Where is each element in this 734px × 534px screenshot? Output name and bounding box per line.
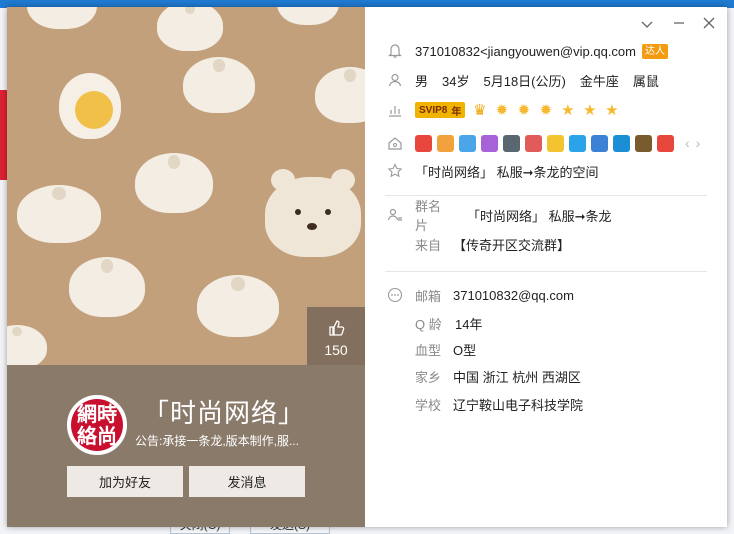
signature-text[interactable]: 「时尚网络」 私服➞条龙的空间: [415, 162, 599, 181]
bear-decoration: [265, 169, 361, 257]
avatar[interactable]: 網時絡尚: [67, 395, 127, 455]
background-strip: [0, 90, 7, 180]
nickname: 「时尚网络」: [143, 398, 306, 428]
svip-badge[interactable]: SVIP8 年: [415, 102, 466, 118]
thumbs-up-icon: [327, 320, 345, 340]
account-text[interactable]: 371010832<jiangyouwen@vip.qq.com: [415, 44, 636, 59]
bun-decoration: [277, 7, 339, 25]
qage-label: Q 龄: [415, 316, 442, 332]
chart-icon: [385, 100, 405, 120]
bun-decoration: [197, 275, 279, 337]
app-icon[interactable]: [503, 134, 520, 152]
school-value: 辽宁鞍山电子科技学院: [453, 397, 584, 413]
app-icon[interactable]: [481, 134, 498, 152]
school-row: 学校 辽宁鞍山电子科技学院: [385, 393, 583, 415]
svip-label: SVIP8: [419, 104, 448, 116]
chevron-left-icon[interactable]: ‹: [685, 135, 690, 151]
like-count: 150: [324, 342, 348, 358]
from-label: 来自: [415, 237, 442, 253]
hometown-row: 家乡 中国 浙江 杭州 西湖区: [385, 365, 581, 387]
svip-year: 年: [451, 106, 462, 118]
blood-row: 血型 O型: [385, 338, 476, 360]
group-card-row: 群名片 「时尚网络」 私服➞条龙: [385, 199, 612, 233]
add-friend-button[interactable]: 加为好友: [67, 466, 183, 497]
app-icon[interactable]: [657, 134, 674, 152]
apps-row: ‹ ›: [385, 132, 700, 154]
minimize-icon[interactable]: [671, 17, 687, 33]
app-icon[interactable]: [459, 134, 476, 152]
gender: 男: [415, 73, 429, 89]
more-icon: [385, 285, 405, 305]
bun-decoration: [17, 185, 101, 243]
star-icon[interactable]: ★: [581, 102, 598, 119]
app-icon[interactable]: [613, 134, 630, 152]
account-row: 371010832<jiangyouwen@vip.qq.com 达人: [385, 40, 668, 62]
like-button[interactable]: 150: [307, 307, 365, 365]
bun-decoration: [157, 7, 223, 51]
app-icon[interactable]: [569, 134, 586, 152]
app-icon[interactable]: [437, 134, 454, 152]
bun-decoration: [183, 57, 255, 113]
school-label: 学校: [415, 397, 442, 413]
level-row: SVIP8 年 ♛ ✹ ✹ ✹ ★ ★ ★: [385, 99, 625, 121]
app-icon[interactable]: [591, 134, 608, 152]
group-card-label: 群名片: [415, 199, 442, 233]
blood-label: 血型: [415, 342, 442, 358]
star-outline-icon: [385, 161, 405, 181]
house-icon: [385, 133, 405, 153]
basic-info-row: 男 34岁 5月18日(公历) 金牛座 属鼠: [385, 69, 659, 91]
chevron-right-icon[interactable]: ›: [696, 135, 701, 151]
chinese-zodiac: 属鼠: [632, 73, 659, 89]
app-icon[interactable]: [635, 134, 652, 152]
group-card-icon: [385, 205, 405, 225]
signature-row: 「时尚网络」 私服➞条龙的空间: [385, 160, 599, 182]
yolk-decoration: [75, 91, 113, 129]
person-icon: [385, 70, 405, 90]
email-value[interactable]: 371010832@qq.com: [453, 288, 574, 303]
hometown-value: 中国 浙江 杭州 西湖区: [453, 369, 581, 385]
email-row: 邮箱 371010832@qq.com: [385, 284, 574, 306]
zodiac: 金牛座: [579, 73, 619, 89]
age: 34岁: [442, 73, 470, 89]
blood-value: O型: [453, 342, 477, 358]
avatar-text: 網時絡尚: [71, 399, 123, 451]
close-icon[interactable]: [701, 17, 717, 33]
bun-decoration: [315, 67, 365, 123]
email-label: 邮箱: [415, 288, 442, 304]
bun-decoration: [69, 257, 145, 317]
hometown-label: 家乡: [415, 369, 442, 385]
from-row: 来自 【传奇开区交流群】: [385, 233, 570, 255]
star-icon[interactable]: ★: [559, 102, 576, 119]
bun-decoration: [27, 7, 97, 29]
app-icon[interactable]: [547, 134, 564, 152]
from-value[interactable]: 【传奇开区交流群】: [453, 235, 570, 254]
notice-text: 公告:承接一条龙,版本制作,服...: [135, 434, 300, 448]
bell-icon: [385, 41, 405, 61]
divider: [385, 271, 707, 272]
crown-icon[interactable]: ♛: [471, 102, 488, 119]
talent-badge[interactable]: 达人: [642, 43, 668, 59]
qage-row: Q 龄 14年: [385, 312, 482, 334]
birthday: 5月18日(公历): [483, 73, 566, 89]
qage-value: 14年: [455, 316, 483, 332]
profile-card: 150 網時絡尚 「时尚网络」 公告:承接一条龙,版本制作,服... 加为好友 …: [7, 7, 727, 527]
app-icon[interactable]: [415, 134, 432, 152]
app-icon[interactable]: [525, 134, 542, 152]
group-card-value: 「时尚网络」 私服➞条龙: [467, 208, 612, 224]
sun-icon[interactable]: ✹: [537, 102, 554, 119]
sun-icon[interactable]: ✹: [515, 102, 532, 119]
chevron-down-icon[interactable]: [639, 17, 655, 33]
bun-decoration: [135, 153, 213, 213]
sun-icon[interactable]: ✹: [493, 102, 510, 119]
bun-decoration: [7, 325, 47, 369]
send-message-button[interactable]: 发消息: [189, 466, 305, 497]
star-icon[interactable]: ★: [603, 102, 620, 119]
